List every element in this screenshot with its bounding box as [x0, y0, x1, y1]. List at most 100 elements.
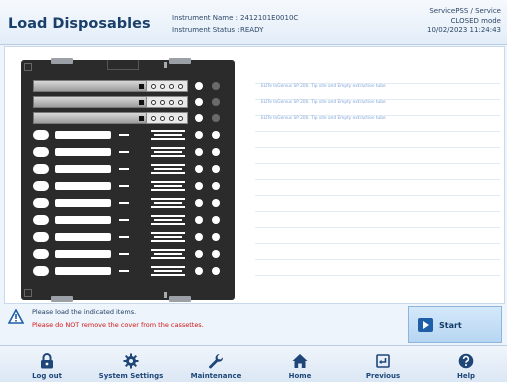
footer-nav: Log out System Settings Maintenance Home — [0, 345, 507, 382]
start-button-label: Start — [439, 321, 462, 330]
rack-corner — [24, 63, 32, 71]
position-dot — [195, 165, 203, 173]
empty-lane-slot — [55, 233, 111, 241]
divider — [255, 227, 500, 228]
home-icon — [292, 354, 308, 368]
extraction-tube-slot — [151, 181, 185, 191]
nav-log-out[interactable]: Log out — [22, 346, 72, 382]
extraction-tube-slot — [151, 130, 185, 140]
position-dot — [195, 98, 203, 106]
empty-lane-slot — [33, 181, 49, 191]
lane-divider — [119, 270, 129, 272]
lane-divider — [119, 253, 129, 255]
empty-lane-slot — [33, 147, 49, 157]
rack-marker — [164, 62, 167, 68]
lock-icon — [41, 353, 53, 369]
nav-maintenance-label: Maintenance — [190, 372, 242, 380]
rack-notch — [107, 60, 139, 70]
rack-corner — [24, 289, 32, 297]
empty-lane-slot — [55, 216, 111, 224]
instrument-status-value: READY — [240, 26, 264, 34]
position-dot — [195, 199, 203, 207]
lane-divider — [119, 134, 129, 136]
position-dot — [212, 131, 220, 139]
position-dot — [212, 98, 220, 106]
position-dot — [212, 165, 220, 173]
empty-lane-slot — [33, 266, 49, 276]
divider — [255, 195, 500, 196]
cassette-lane-2[interactable] — [33, 96, 149, 108]
message-area: Please load the indicated items. Please … — [4, 305, 404, 339]
position-dot — [212, 182, 220, 190]
lane-divider — [119, 168, 129, 170]
nav-home[interactable]: Home — [280, 346, 320, 382]
empty-lane-slot — [55, 148, 111, 156]
tip-holder-1 — [146, 80, 188, 92]
service-user: ServicePSS / Service — [429, 7, 501, 15]
divider — [255, 243, 500, 244]
nav-previous[interactable]: Previous — [358, 346, 408, 382]
position-dot — [195, 233, 203, 241]
empty-lane-slot — [33, 249, 49, 259]
position-dot — [195, 148, 203, 156]
empty-lane-slot — [55, 250, 111, 258]
position-dot — [212, 233, 220, 241]
lane-divider — [119, 219, 129, 221]
rack-tab — [169, 296, 191, 302]
info-message: Please load the indicated items. — [32, 308, 137, 316]
instrument-info: Instrument Name :2412101E0010C Instrumen… — [172, 12, 298, 36]
page-title: Load Disposables — [8, 16, 151, 32]
lane-divider — [119, 151, 129, 153]
empty-lane-slot — [33, 198, 49, 208]
cassette-lane-3[interactable] — [33, 112, 149, 124]
rack-marker — [164, 292, 167, 298]
lane-divider — [119, 185, 129, 187]
position-dot — [195, 182, 203, 190]
session-info: ServicePSS / Service CLOSED mode 10/02/2… — [427, 7, 501, 36]
header-bar: Load Disposables Instrument Name :241210… — [0, 0, 507, 45]
divider — [255, 147, 500, 148]
nav-maintenance[interactable]: Maintenance — [185, 346, 247, 382]
help-icon — [458, 353, 474, 369]
extraction-tube-slot — [151, 266, 185, 276]
nav-help[interactable]: Help — [446, 346, 486, 382]
extraction-tube-slot — [151, 232, 185, 242]
rack-tab — [51, 296, 73, 302]
nav-system-settings[interactable]: System Settings — [95, 346, 167, 382]
position-dot — [195, 267, 203, 275]
divider — [255, 211, 500, 212]
play-icon — [418, 318, 433, 332]
position-dot — [195, 250, 203, 258]
divider — [255, 179, 500, 180]
start-button[interactable]: Start — [408, 306, 502, 343]
nav-system-settings-label: System Settings — [98, 372, 164, 380]
rack-tab — [51, 58, 73, 64]
position-dot — [212, 216, 220, 224]
empty-lane-slot — [33, 164, 49, 174]
instrument-name-label: Instrument Name : — [172, 14, 238, 22]
nav-log-out-label: Log out — [32, 372, 62, 380]
gear-icon — [123, 353, 139, 369]
tip-holder-3 — [146, 112, 188, 124]
rack-tab — [169, 58, 191, 64]
wrench-icon — [209, 354, 224, 369]
divider — [255, 259, 500, 260]
position-dot — [195, 216, 203, 224]
lane-divider — [119, 236, 129, 238]
lane-note-1: ELITe InGenius SP 200. Tip site and Empt… — [261, 84, 386, 89]
divider — [255, 131, 500, 132]
extraction-tube-slot — [151, 215, 185, 225]
previous-icon — [376, 354, 390, 368]
extraction-tube-slot — [151, 198, 185, 208]
position-dot — [195, 131, 203, 139]
warning-message: Please do NOT remove the cover from the … — [32, 321, 204, 329]
position-dot — [212, 114, 220, 122]
cassette-lane-1[interactable] — [33, 80, 149, 92]
instrument-status-label: Instrument Status : — [172, 26, 240, 34]
position-dot — [212, 148, 220, 156]
empty-lane-slot — [55, 182, 111, 190]
empty-lane-slot — [33, 215, 49, 225]
warning-icon — [8, 309, 24, 324]
datetime: 10/02/2023 11:24:43 — [426, 26, 501, 34]
position-dot — [212, 267, 220, 275]
